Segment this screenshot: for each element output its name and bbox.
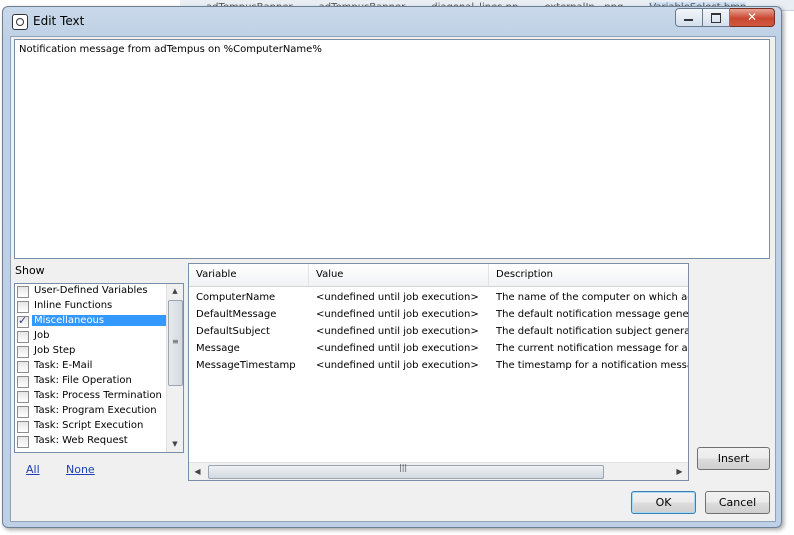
- cell-variable: DefaultSubject: [196, 326, 270, 337]
- list-vertical-scrollbar[interactable]: ▲ ≡ ▼: [166, 284, 183, 452]
- window-title: Edit Text: [33, 14, 85, 28]
- table-horizontal-scrollbar[interactable]: ◀ ||| ▶: [189, 462, 688, 480]
- cell-description: The default notification message generat: [496, 309, 688, 320]
- list-item[interactable]: Job Step: [15, 344, 183, 359]
- ok-button[interactable]: OK: [631, 491, 696, 514]
- scroll-thumb[interactable]: |||: [208, 463, 604, 479]
- table-row[interactable]: Message <undefined until job execution> Th…: [189, 340, 688, 357]
- minimize-icon: [684, 19, 693, 21]
- show-items-container: User-Defined Variables Inline Functions Mi…: [15, 284, 183, 449]
- list-item[interactable]: Task: Program Execution: [15, 404, 183, 419]
- cell-value: <undefined until job execution>: [316, 343, 479, 354]
- cell-value: <undefined until job execution>: [316, 309, 479, 320]
- cell-variable: ComputerName: [196, 292, 276, 303]
- show-category-list[interactable]: User-Defined Variables Inline Functions Mi…: [14, 283, 184, 453]
- category-checkbox[interactable]: [17, 406, 29, 418]
- close-button[interactable]: ✕: [730, 8, 775, 27]
- list-item[interactable]: User-Defined Variables: [15, 284, 183, 299]
- minimize-button[interactable]: [675, 8, 703, 27]
- list-item[interactable]: Task: Process Termination: [15, 389, 183, 404]
- scroll-right-arrow-icon[interactable]: ▶: [671, 463, 688, 480]
- title-bar[interactable]: Edit Text ✕: [3, 7, 781, 35]
- cell-description: The timestamp for a notification message: [496, 360, 688, 371]
- column-header-variable[interactable]: Variable: [189, 264, 309, 286]
- category-checkbox[interactable]: [17, 301, 29, 313]
- cell-value: <undefined until job execution>: [316, 360, 479, 371]
- column-header-value[interactable]: Value: [309, 264, 489, 286]
- category-label: Task: Script Execution: [34, 420, 144, 431]
- list-item[interactable]: Task: Web Request: [15, 434, 183, 449]
- category-label: Task: Process Termination: [34, 390, 162, 401]
- cell-value: <undefined until job execution>: [316, 292, 479, 303]
- table-row[interactable]: DefaultMessage <undefined until job execu…: [189, 306, 688, 323]
- cell-variable: Message: [196, 343, 240, 354]
- category-label: Task: Program Execution: [34, 405, 157, 416]
- category-checkbox[interactable]: [17, 331, 29, 343]
- category-checkbox[interactable]: [17, 391, 29, 403]
- list-item[interactable]: Task: Script Execution: [15, 419, 183, 434]
- variables-table[interactable]: Variable Value Description ComputerName <…: [188, 263, 689, 481]
- table-header: Variable Value Description: [189, 264, 688, 287]
- list-item[interactable]: Job: [15, 329, 183, 344]
- cell-variable: MessageTimestamp: [196, 360, 296, 371]
- dialog-client-area: Notification message from adTempus on %C…: [10, 36, 776, 522]
- select-none-link[interactable]: None: [66, 463, 95, 476]
- cell-description: The default notification subject generat…: [496, 326, 688, 337]
- category-checkbox[interactable]: [17, 314, 29, 328]
- category-checkbox[interactable]: [17, 361, 29, 373]
- caption-buttons: ✕: [675, 8, 775, 27]
- category-checkbox[interactable]: [17, 286, 29, 298]
- grip-icon: ≡: [172, 337, 179, 346]
- table-row[interactable]: MessageTimestamp <undefined until job exe…: [189, 357, 688, 374]
- maximize-icon: [711, 13, 721, 23]
- scroll-left-arrow-icon[interactable]: ◀: [189, 463, 206, 480]
- scroll-up-arrow-icon[interactable]: ▲: [167, 284, 183, 299]
- category-label: Task: Web Request: [34, 435, 128, 446]
- category-label: Miscellaneous: [32, 315, 175, 326]
- cell-description: The name of the computer on which adT: [496, 292, 688, 303]
- select-all-link[interactable]: All: [26, 463, 40, 476]
- list-item[interactable]: Miscellaneous: [15, 314, 183, 329]
- table-row[interactable]: ComputerName <undefined until job executi…: [189, 289, 688, 306]
- list-item[interactable]: Task: File Operation: [15, 374, 183, 389]
- list-item[interactable]: Task: E-Mail: [15, 359, 183, 374]
- category-label: Task: File Operation: [34, 375, 132, 386]
- scroll-down-arrow-icon[interactable]: ▼: [167, 437, 183, 452]
- category-checkbox[interactable]: [17, 346, 29, 358]
- category-label: Job Step: [34, 345, 76, 356]
- category-checkbox[interactable]: [17, 436, 29, 448]
- category-label: Task: E-Mail: [34, 360, 93, 371]
- category-label: Inline Functions: [34, 300, 113, 311]
- close-icon: ✕: [746, 10, 758, 24]
- maximize-button[interactable]: [703, 8, 730, 27]
- category-checkbox[interactable]: [17, 376, 29, 388]
- column-header-description[interactable]: Description: [489, 264, 688, 286]
- cell-value: <undefined until job execution>: [316, 326, 479, 337]
- table-row[interactable]: DefaultSubject <undefined until job execu…: [189, 323, 688, 340]
- list-item[interactable]: Inline Functions: [15, 299, 183, 314]
- scroll-thumb[interactable]: ≡: [168, 300, 183, 386]
- cancel-button[interactable]: Cancel: [705, 491, 770, 514]
- insert-button[interactable]: Insert: [697, 447, 770, 470]
- app-icon: [12, 14, 28, 30]
- cell-description: The current notification message for a n…: [496, 343, 688, 354]
- cell-variable: DefaultMessage: [196, 309, 277, 320]
- category-label: Job: [34, 330, 50, 341]
- show-label: Show: [15, 264, 45, 277]
- edit-text-dialog: Edit Text ✕ Notification message from ad…: [2, 6, 782, 528]
- text-editor[interactable]: Notification message from adTempus on %C…: [14, 39, 770, 259]
- grip-icon: |||: [399, 463, 408, 472]
- category-checkbox[interactable]: [17, 421, 29, 433]
- category-label: User-Defined Variables: [34, 285, 148, 296]
